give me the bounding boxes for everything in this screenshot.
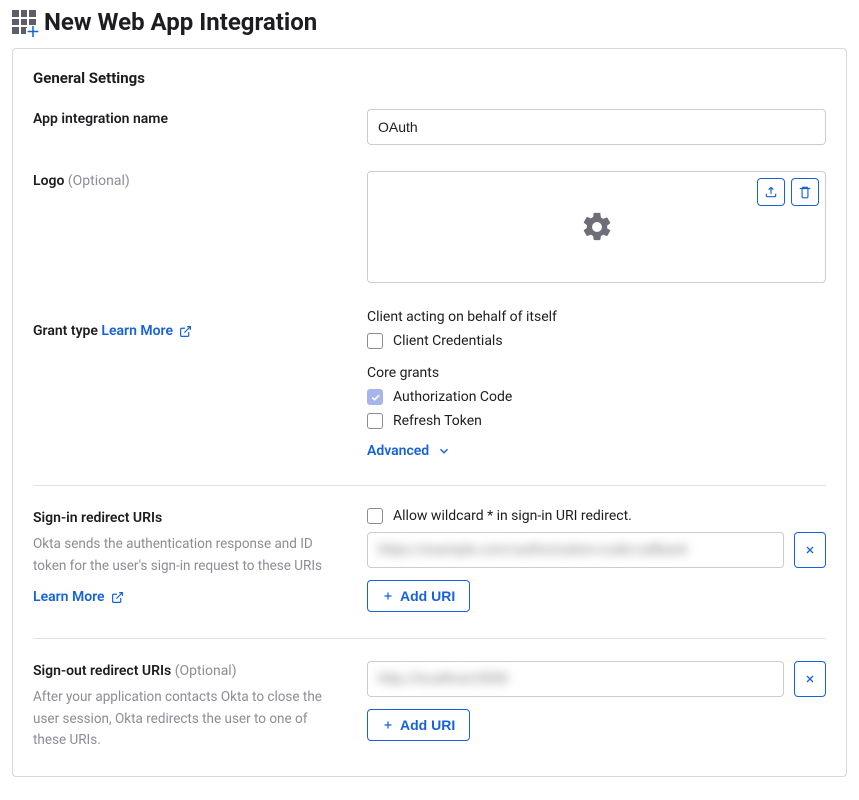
allow-wildcard-label: Allow wildcard * in sign-in URI redirect… — [393, 508, 632, 524]
logo-label: Logo — [33, 173, 64, 189]
trash-icon — [798, 185, 812, 199]
upload-icon — [764, 185, 778, 199]
advanced-toggle[interactable]: Advanced — [367, 443, 451, 459]
divider — [33, 485, 826, 486]
signin-learn-more-link[interactable]: Learn More — [33, 589, 124, 605]
remove-signin-uri-button[interactable] — [794, 532, 826, 568]
signout-help: After your application contacts Okta to … — [33, 687, 343, 752]
signout-uri-input[interactable]: http://localhost:0000 — [367, 661, 784, 697]
app-name-input[interactable] — [367, 109, 826, 145]
learn-more-label: Learn More — [101, 323, 173, 339]
refresh-token-label: Refresh Token — [393, 413, 482, 429]
external-link-icon — [179, 325, 192, 338]
plus-icon — [382, 590, 394, 602]
signin-uri-input[interactable]: https://example.com/authorization-code/c… — [367, 532, 784, 568]
checkbox-icon — [367, 333, 383, 349]
delete-logo-button[interactable] — [791, 178, 819, 206]
add-signout-uri-button[interactable]: Add URI — [367, 709, 470, 741]
plus-icon — [382, 719, 394, 731]
checkbox-icon — [367, 508, 383, 524]
signin-label: Sign-in redirect URIs — [33, 510, 162, 526]
grant-self-heading: Client acting on behalf of itself — [367, 309, 826, 325]
client-credentials-label: Client Credentials — [393, 333, 503, 349]
page-title: New Web App Integration — [44, 8, 317, 36]
divider — [33, 638, 826, 639]
checkbox-client-credentials[interactable]: Client Credentials — [367, 333, 826, 349]
add-uri-label: Add URI — [400, 588, 455, 604]
grant-core-heading: Core grants — [367, 365, 826, 381]
gear-icon — [580, 210, 614, 244]
checkbox-authorization-code[interactable]: Authorization Code — [367, 389, 826, 405]
signout-uri-value: http://localhost:0000 — [378, 671, 508, 687]
name-label: App integration name — [33, 111, 168, 127]
grant-type-label: Grant type — [33, 323, 98, 339]
logo-optional: (Optional) — [68, 173, 130, 189]
signout-optional: (Optional) — [175, 663, 237, 679]
app-grid-icon: ＋ — [12, 10, 36, 34]
checkbox-icon — [367, 413, 383, 429]
checkbox-checked-icon — [367, 389, 383, 405]
remove-signout-uri-button[interactable] — [794, 661, 826, 697]
checkbox-refresh-token[interactable]: Refresh Token — [367, 413, 826, 429]
upload-logo-button[interactable] — [757, 178, 785, 206]
external-link-icon — [111, 591, 124, 604]
signout-label: Sign-out redirect URIs — [33, 663, 171, 679]
advanced-label: Advanced — [367, 443, 429, 459]
settings-panel: General Settings App integration name Lo… — [12, 48, 847, 777]
close-icon — [804, 673, 816, 685]
add-uri-label: Add URI — [400, 717, 455, 733]
learn-more-label: Learn More — [33, 589, 105, 605]
signin-help: Okta sends the authentication response a… — [33, 534, 343, 577]
authorization-code-label: Authorization Code — [393, 389, 512, 405]
chevron-down-icon — [437, 444, 451, 458]
signin-uri-value: https://example.com/authorization-code/c… — [378, 542, 687, 558]
section-general-settings: General Settings — [33, 69, 826, 87]
logo-dropzone[interactable] — [367, 171, 826, 283]
add-signin-uri-button[interactable]: Add URI — [367, 580, 470, 612]
grant-learn-more-link[interactable]: Learn More — [101, 323, 192, 339]
checkbox-allow-wildcard[interactable]: Allow wildcard * in sign-in URI redirect… — [367, 508, 826, 524]
close-icon — [804, 544, 816, 556]
